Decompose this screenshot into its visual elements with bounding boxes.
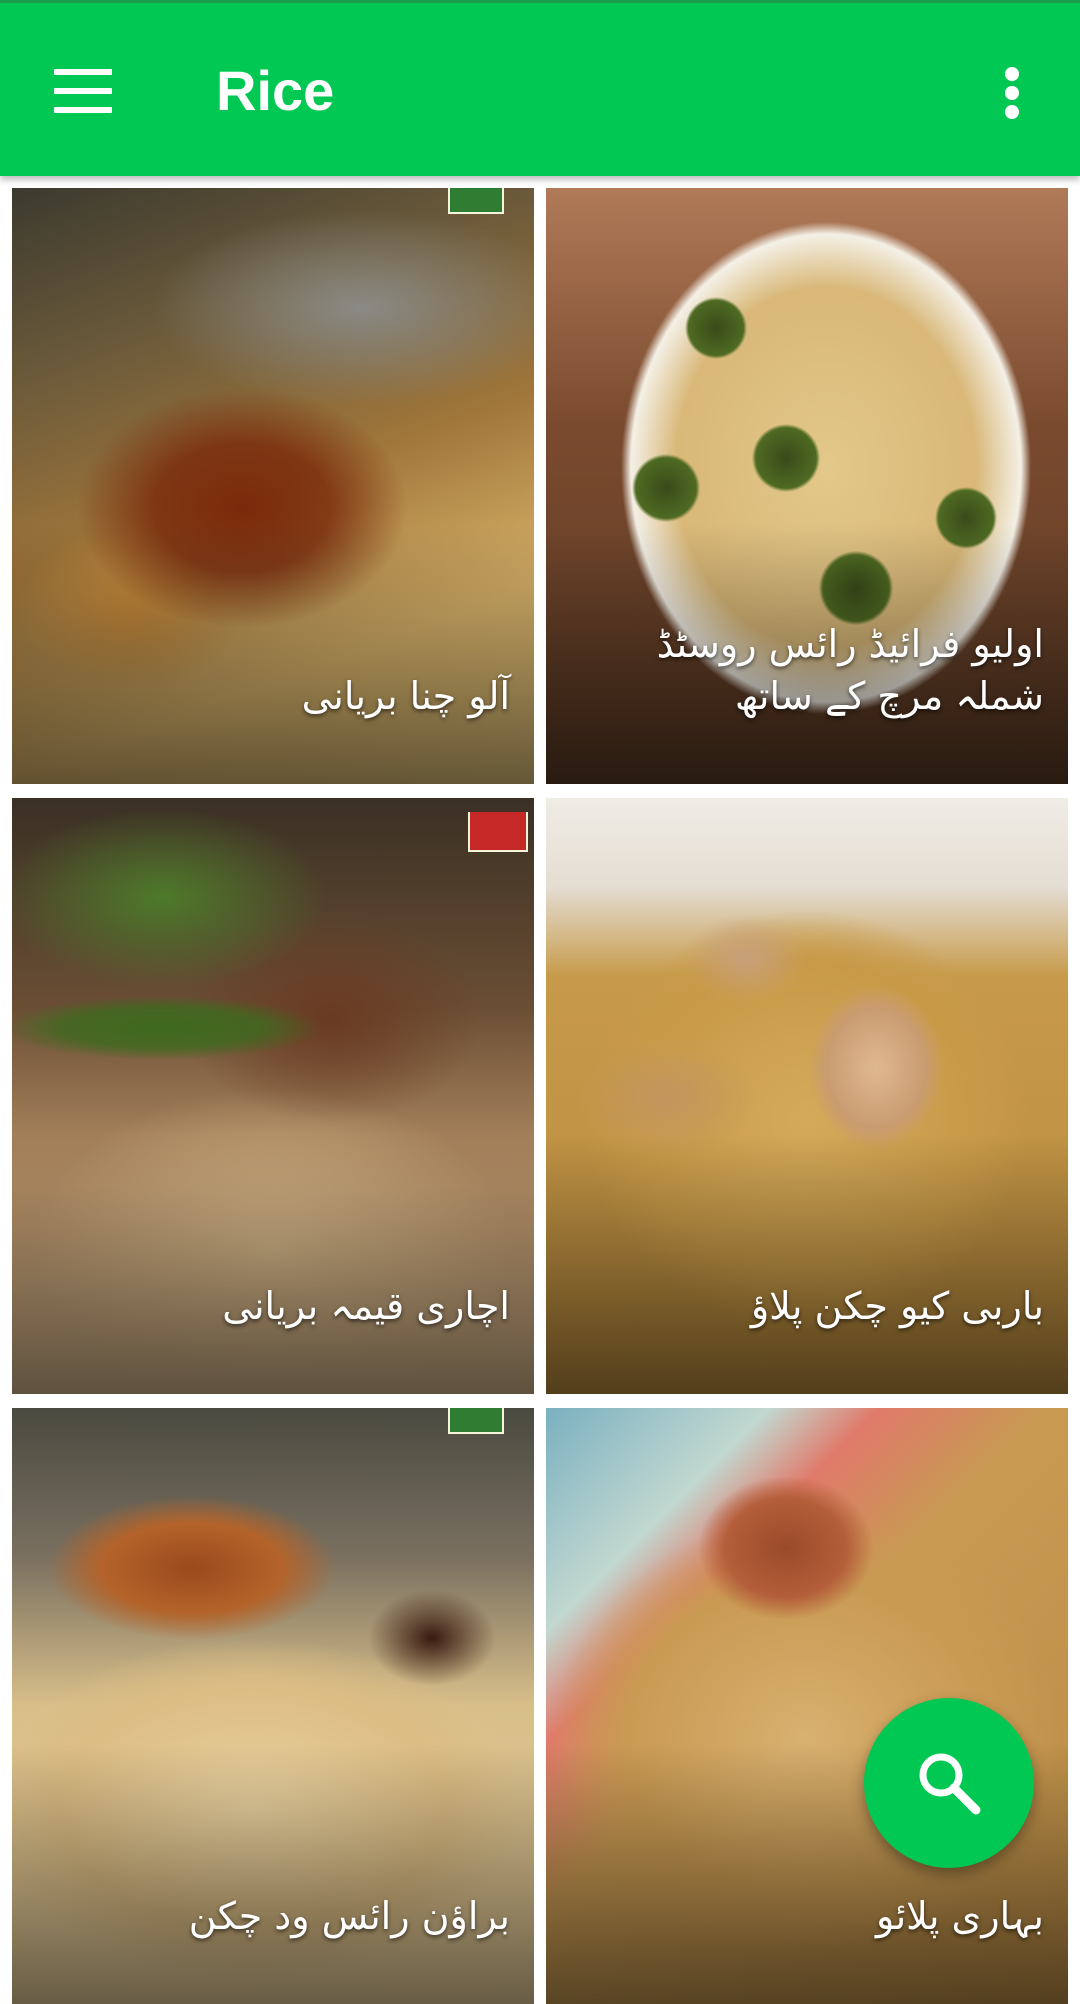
recipe-card[interactable]: باربی کیو چکن پلاؤ: [546, 798, 1068, 1394]
more-vert-icon[interactable]: [998, 65, 1028, 121]
recipe-title: اچاری قیمہ بریانی: [222, 1284, 510, 1328]
recipe-card[interactable]: براؤن رائس ود چکن: [12, 1408, 534, 2004]
recipe-title: براؤن رائس ود چکن: [188, 1894, 510, 1938]
watermark-logo: [448, 1408, 504, 1434]
recipe-title: آلو چنا بریانی: [301, 674, 510, 718]
search-icon: [919, 1753, 981, 1815]
recipe-card[interactable]: آلو چنا بریانی: [12, 188, 534, 784]
page-title: Rice: [216, 59, 335, 122]
watermark-logo: [468, 812, 528, 852]
recipe-card[interactable]: اولیو فرائیڈ رائس روسٹڈ شملہ مرچ کے ساتھ: [546, 188, 1068, 784]
watermark-logo: [448, 188, 504, 214]
recipe-card[interactable]: بہاری پلائو: [546, 1408, 1068, 2004]
app-bar: Rice: [0, 0, 1080, 176]
recipe-title: اولیو فرائیڈ رائس روسٹڈ شملہ مرچ کے ساتھ: [656, 622, 1044, 718]
search-button[interactable]: [864, 1698, 1034, 1868]
hamburger-menu-icon[interactable]: [54, 69, 112, 113]
recipe-title: بہاری پلائو: [875, 1894, 1044, 1938]
recipe-card[interactable]: اچاری قیمہ بریانی: [12, 798, 534, 1394]
recipe-title: باربی کیو چکن پلاؤ: [750, 1284, 1044, 1328]
recipe-grid: آلو چنا بریانی اولیو فرائیڈ رائس روسٹڈ ش…: [0, 176, 1080, 2004]
